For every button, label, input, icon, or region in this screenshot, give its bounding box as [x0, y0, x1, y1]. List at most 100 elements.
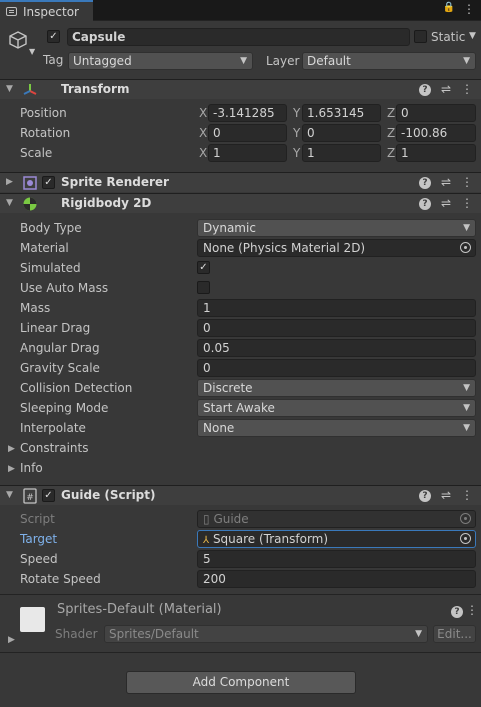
preset-icon[interactable]: ⇌: [441, 488, 451, 502]
guide-script-header[interactable]: ▼ # ✓ Guide (Script) ? ⇌ ⋮: [0, 485, 481, 505]
material-label: Material: [20, 241, 69, 255]
scale-y-field[interactable]: 1: [302, 144, 381, 162]
help-icon[interactable]: ?: [418, 198, 431, 210]
tab-tools: 🔒 ⋮: [443, 2, 475, 16]
help-icon[interactable]: ?: [418, 84, 431, 96]
axis-z-label[interactable]: Z: [387, 126, 395, 140]
rotate-speed-field[interactable]: 200: [197, 570, 476, 588]
edit-shader-button[interactable]: Edit...: [433, 625, 476, 643]
axis-z-label[interactable]: Z: [387, 106, 395, 120]
context-menu-icon[interactable]: ⋮: [461, 82, 473, 96]
info-fold-arrow-icon[interactable]: ▶: [8, 464, 15, 474]
axis-x-label[interactable]: X: [199, 106, 207, 120]
scale-z-field[interactable]: 1: [396, 144, 476, 162]
interpolate-label: Interpolate: [20, 421, 86, 435]
interpolate-dropdown[interactable]: None ▼: [197, 419, 476, 437]
static-checkbox[interactable]: [414, 30, 427, 43]
material-value: None (Physics Material 2D): [203, 241, 366, 255]
transform-title: Transform: [61, 82, 130, 96]
constraints-foldout[interactable]: Constraints: [20, 441, 88, 455]
scale-x-field[interactable]: 1: [208, 144, 287, 162]
tab-bar: Inspector 🔒 ⋮: [0, 0, 481, 21]
chevron-down-icon: ▼: [240, 56, 247, 66]
shader-dropdown[interactable]: Sprites/Default ▼: [104, 625, 428, 643]
sleeping-mode-dropdown[interactable]: Start Awake ▼: [197, 399, 476, 417]
transform-tools: ? ⇌ ⋮: [418, 82, 473, 96]
simulated-label: Simulated: [20, 261, 81, 275]
axis-y-label[interactable]: Y: [293, 106, 300, 120]
body-type-dropdown[interactable]: Dynamic ▼: [197, 219, 476, 237]
add-component-button[interactable]: Add Component: [126, 671, 356, 694]
angular-drag-label: Angular Drag: [20, 341, 100, 355]
collision-detection-label: Collision Detection: [20, 381, 133, 395]
tag-label: Tag: [43, 53, 64, 67]
shader-label: Shader: [55, 627, 98, 641]
sleeping-mode-value: Start Awake: [203, 401, 275, 415]
position-z-field[interactable]: 0: [396, 104, 476, 122]
gameobject-cube-icon[interactable]: [8, 30, 28, 50]
context-menu-icon[interactable]: ⋮: [461, 175, 473, 189]
object-picker-icon[interactable]: [460, 533, 471, 544]
mass-field[interactable]: 1: [197, 299, 476, 317]
help-icon[interactable]: ?: [451, 603, 463, 618]
material-fold-arrow-icon[interactable]: ▶: [8, 635, 15, 645]
position-x-field[interactable]: -3.141285: [208, 104, 287, 122]
lock-icon[interactable]: 🔒: [443, 2, 455, 16]
sprite-renderer-header[interactable]: ▶ ✓ Sprite Renderer ? ⇌ ⋮: [0, 172, 481, 192]
speed-field[interactable]: 5: [197, 550, 476, 568]
rotation-z-field[interactable]: -100.86: [396, 124, 476, 142]
script-icon: #: [23, 488, 37, 504]
gameobject-name-input[interactable]: Capsule: [67, 28, 410, 46]
axis-y-label[interactable]: Y: [293, 126, 300, 140]
rotation-label: Rotation: [20, 126, 71, 140]
linear-drag-field[interactable]: 0: [197, 319, 476, 337]
target-object-field[interactable]: ⅄ Square (Transform): [197, 530, 476, 548]
info-foldout[interactable]: Info: [20, 461, 43, 475]
preset-icon[interactable]: ⇌: [441, 196, 451, 210]
active-checkbox[interactable]: ✓: [47, 30, 60, 43]
tag-dropdown[interactable]: Untagged ▼: [68, 52, 253, 70]
object-picker-icon[interactable]: [460, 242, 471, 253]
menu-icon[interactable]: ⋮: [463, 2, 475, 16]
fold-arrow-icon[interactable]: ▼: [6, 490, 13, 500]
axis-x-label[interactable]: X: [199, 146, 207, 160]
context-menu-icon[interactable]: ⋮: [461, 196, 473, 210]
icon-dropdown-arrow-icon[interactable]: ▼: [29, 47, 35, 56]
context-menu-icon[interactable]: ⋮: [461, 488, 473, 502]
script-file-icon: ▯: [203, 512, 210, 526]
rotation-y-field[interactable]: 0: [302, 124, 381, 142]
rotation-x-field[interactable]: 0: [208, 124, 287, 142]
object-picker-icon: [460, 513, 471, 524]
axis-y-label[interactable]: Y: [293, 146, 300, 160]
rigidbody2d-header[interactable]: ▼ Rigidbody 2D ? ⇌ ⋮: [0, 193, 481, 213]
fold-arrow-icon[interactable]: ▶: [6, 177, 13, 187]
use-auto-mass-checkbox[interactable]: [197, 281, 210, 294]
position-label: Position: [20, 106, 67, 120]
tab-inspector[interactable]: Inspector: [0, 0, 93, 21]
sprite-renderer-enabled-checkbox[interactable]: ✓: [42, 176, 55, 189]
help-icon[interactable]: ?: [418, 490, 431, 502]
preset-icon[interactable]: ⇌: [441, 82, 451, 96]
fold-arrow-icon[interactable]: ▼: [6, 198, 13, 208]
material-object-field[interactable]: None (Physics Material 2D): [197, 239, 476, 257]
simulated-checkbox[interactable]: ✓: [197, 261, 210, 274]
angular-drag-field[interactable]: 0.05: [197, 339, 476, 357]
help-icon[interactable]: ?: [418, 177, 431, 189]
gravity-scale-field[interactable]: 0: [197, 359, 476, 377]
guide-enabled-checkbox[interactable]: ✓: [42, 489, 55, 502]
preset-icon[interactable]: ⇌: [441, 175, 451, 189]
position-y-field[interactable]: 1.653145: [302, 104, 381, 122]
guide-title: Guide (Script): [61, 488, 156, 502]
fold-arrow-icon[interactable]: ▼: [6, 84, 13, 94]
constraints-fold-arrow-icon[interactable]: ▶: [8, 444, 15, 454]
sprite-renderer-title: Sprite Renderer: [61, 175, 169, 189]
layer-dropdown[interactable]: Default ▼: [302, 52, 476, 70]
transform-header[interactable]: ▼ Transform ? ⇌ ⋮: [0, 79, 481, 99]
context-menu-icon[interactable]: ⋮: [466, 603, 478, 617]
sprite-renderer-icon: [23, 176, 37, 190]
axis-x-label[interactable]: X: [199, 126, 207, 140]
static-dropdown-arrow-icon[interactable]: ▼: [469, 31, 476, 41]
collision-detection-dropdown[interactable]: Discrete ▼: [197, 379, 476, 397]
script-label: Script: [20, 512, 55, 526]
axis-z-label[interactable]: Z: [387, 146, 395, 160]
